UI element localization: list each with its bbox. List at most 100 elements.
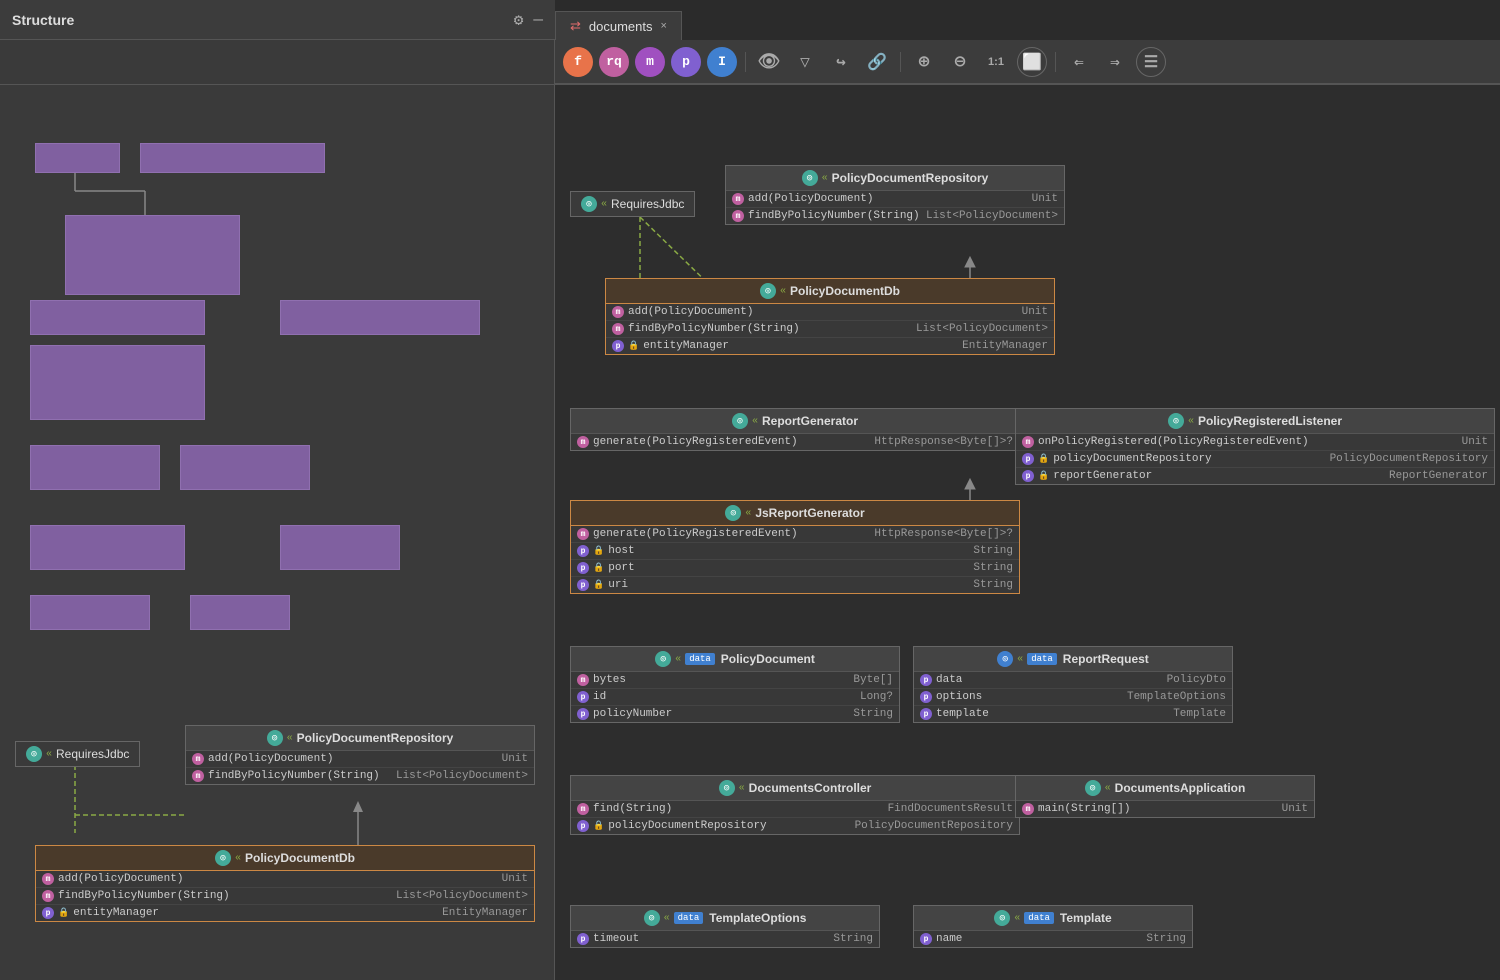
member-find-structure: mfindByPolicyNumber(String) List<PolicyD… [186,768,534,784]
requires-jdbc-label-structure: RequiresJdbc [56,747,129,761]
member-bytes-pd: mbytes Byte[] [571,672,899,689]
member-gen-jsrg: mgenerate(PolicyRegisteredEvent) HttpRes… [571,526,1019,543]
policy-doc-repo-structure[interactable]: ◎ « PolicyDocumentRepository madd(Policy… [185,725,535,785]
member-policy-doc-repo-listener: p🔒policyDocumentRepository PolicyDocumen… [1016,451,1494,468]
member-options-rr: poptions TemplateOptions [914,689,1232,706]
struct-box-2 [140,143,325,173]
toolbar-btn-fit[interactable]: ⬜ [1017,47,1047,77]
member-entity-db-structure: p🔒entityManager EntityManager [36,905,534,921]
member-template-rr: ptemplate Template [914,706,1232,722]
structure-panel: ◎ « RequiresJdbc ◎ « PolicyDocumentRepos… [0,85,555,980]
struct-box-5 [280,300,480,335]
toolbar-btn-layout[interactable]: ☰ [1136,47,1166,77]
structure-title: Structure [12,12,74,28]
toolbar-btn-m[interactable]: m [635,47,665,77]
gear-icon[interactable]: ⚙ [514,10,524,30]
docs-tab-area: ⇄ documents × [555,0,1500,40]
toolbar-btn-i[interactable]: I [707,47,737,77]
policy-doc-db-structure[interactable]: ◎ « PolicyDocumentDb madd(PolicyDocument… [35,845,535,922]
toolbar-btn-split-right[interactable]: ⇒ [1100,47,1130,77]
tab-icon: ⇄ [570,18,581,34]
template-header: ◎ « data Template [914,906,1192,931]
member-name-t: pname String [914,931,1192,947]
template-diagram[interactable]: ◎ « data Template pname String [913,905,1193,948]
struct-box-4 [30,300,205,335]
toolbar-btn-link[interactable]: 🔗 [862,47,892,77]
structure-panel-header: Structure ⚙ — [0,0,555,40]
template-options-header: ◎ « data TemplateOptions [571,906,879,931]
toolbar-btn-filter[interactable]: ▽ [790,47,820,77]
toolbar-btn-p[interactable]: p [671,47,701,77]
member-find-repo-diag: mfindByPolicyNumber(String) List<PolicyD… [726,208,1064,224]
member-on-policy: monPolicyRegistered(PolicyRegisteredEven… [1016,434,1494,451]
member-data-rr: pdata PolicyDto [914,672,1232,689]
member-add-repo-diag: madd(PolicyDocument) Unit [726,191,1064,208]
policy-doc-header: ◎ « data PolicyDocument [571,647,899,672]
member-uri-jsrg: p🔒uri String [571,577,1019,593]
struct-box-7 [30,445,160,490]
struct-box-9 [30,525,185,570]
documents-controller-diagram[interactable]: ◎ « DocumentsController mfind(String) Fi… [570,775,1020,835]
policy-doc-repo-header-structure: ◎ « PolicyDocumentRepository [186,726,534,751]
struct-box-12 [190,595,290,630]
js-report-generator-diagram[interactable]: ◎ « JsReportGenerator mgenerate(PolicyRe… [570,500,1020,594]
toolbar-btn-hook[interactable]: ↪ [826,47,856,77]
member-timeout-to: ptimeout String [571,931,879,947]
report-generator-diagram[interactable]: ◎ « ReportGenerator mgenerate(PolicyRegi… [570,408,1020,451]
member-host-jsrg: p🔒host String [571,543,1019,560]
policy-reg-listener-header: ◎ « PolicyRegisteredListener [1016,409,1494,434]
member-find-db-diag: mfindByPolicyNumber(String) List<PolicyD… [606,321,1054,338]
toolbar-btn-split-left[interactable]: ⇐ [1064,47,1094,77]
js-report-gen-header: ◎ « JsReportGenerator [571,501,1019,526]
documents-application-diagram[interactable]: ◎ « DocumentsApplication mmain(String[])… [1015,775,1315,818]
docs-controller-header: ◎ « DocumentsController [571,776,1019,801]
policy-doc-db-header-diagram: ◎ « PolicyDocumentDb [606,279,1054,304]
toolbar-btn-eye[interactable]: 👁 [754,47,784,77]
member-id-pd: pid Long? [571,689,899,706]
struct-box-11 [30,595,150,630]
toolbar-btn-ratio[interactable]: 1:1 [981,47,1011,77]
policy-doc-repo-diagram[interactable]: ◎ « PolicyDocumentRepository madd(Policy… [725,165,1065,225]
report-request-header: ◎ « data ReportRequest [914,647,1232,672]
structure-canvas: ◎ « RequiresJdbc ◎ « PolicyDocumentRepos… [0,85,554,980]
tab-close-icon[interactable]: × [661,20,667,32]
policy-registered-listener-diagram[interactable]: ◎ « PolicyRegisteredListener monPolicyRe… [1015,408,1495,485]
toolbar-btn-f[interactable]: f [563,47,593,77]
policy-doc-db-header-structure: ◎ « PolicyDocumentDb [36,846,534,871]
toolbar-sep-3 [1055,52,1056,72]
toolbar: f rq m p I 👁 ▽ ↪ 🔗 ⊕ ⊖ 1:1 ⬜ ⇐ ⇒ ☰ [555,40,1500,84]
member-repo-dc: p🔒policyDocumentRepository PolicyDocumen… [571,818,1019,834]
report-request-diagram[interactable]: ◎ « data ReportRequest pdata PolicyDto p… [913,646,1233,723]
struct-box-6 [30,345,205,420]
policy-document-diagram[interactable]: ◎ « data PolicyDocument mbytes Byte[] pi… [570,646,900,723]
minimize-icon[interactable]: — [533,11,543,29]
documents-tab[interactable]: ⇄ documents × [555,11,682,40]
toolbar-btn-minus[interactable]: ⊖ [945,47,975,77]
toolbar-btn-plus[interactable]: ⊕ [909,47,939,77]
toolbar-sep-2 [900,52,901,72]
member-add-db-structure: madd(PolicyDocument) Unit [36,871,534,888]
member-port-jsrg: p🔒port String [571,560,1019,577]
requires-jdbc-label-diagram: RequiresJdbc [611,197,684,211]
template-options-diagram[interactable]: ◎ « data TemplateOptions ptimeout String [570,905,880,948]
member-policynumber-pd: ppolicyNumber String [571,706,899,722]
badge-green-iface: ◎ [26,746,42,762]
member-entity-db-diag: p🔒entityManager EntityManager [606,338,1054,354]
docs-app-header: ◎ « DocumentsApplication [1016,776,1314,801]
struct-box-10 [280,525,400,570]
member-report-gen-listener: p🔒reportGenerator ReportGenerator [1016,468,1494,484]
toolbar-btn-rq[interactable]: rq [599,47,629,77]
requires-jdbc-iface-structure: ◎ « RequiresJdbc [15,741,140,767]
policy-doc-repo-header-diagram: ◎ « PolicyDocumentRepository [726,166,1064,191]
member-add-structure: madd(PolicyDocument) Unit [186,751,534,768]
struct-box-8 [180,445,310,490]
report-gen-header: ◎ « ReportGenerator [571,409,1019,434]
struct-box-1 [35,143,120,173]
member-main-da: mmain(String[]) Unit [1016,801,1314,817]
policy-doc-db-diagram[interactable]: ◎ « PolicyDocumentDb madd(PolicyDocument… [605,278,1055,355]
header-icons: ⚙ — [514,10,543,30]
member-find-db-structure: mfindByPolicyNumber(String) List<PolicyD… [36,888,534,905]
diagram-panel: ◎ « RequiresJdbc ◎ « PolicyDocumentRepos… [555,85,1500,980]
member-find-dc: mfind(String) FindDocumentsResult [571,801,1019,818]
member-add-db-diag: madd(PolicyDocument) Unit [606,304,1054,321]
